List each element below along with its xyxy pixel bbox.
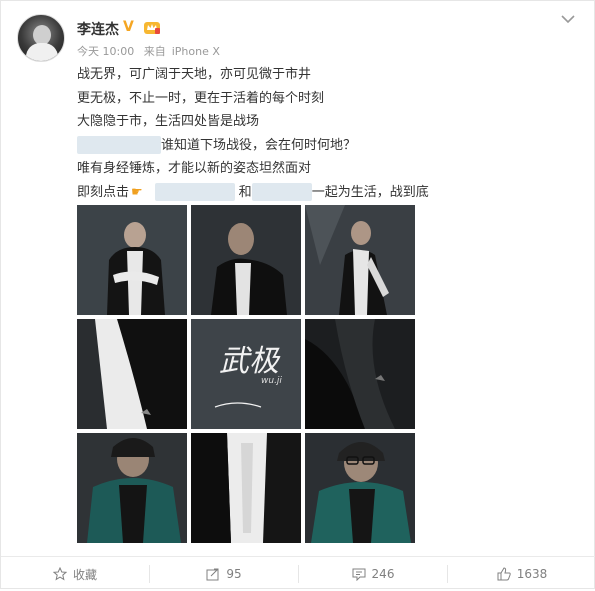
thumbs-up-icon [497,567,511,581]
content-line: 谁知道下场战役，会在何时何地？ [77,134,557,158]
comment-count: 246 [371,567,395,581]
author-avatar[interactable] [17,14,65,62]
action-bar: 收藏 95 246 1638 [1,556,595,590]
content-line: 唯有身经锤炼，才能以新的姿态坦然面对 [77,161,312,176]
content-line: 大隐隐于市，生活四处皆是战场 [77,114,260,129]
like-button[interactable]: 1638 [448,557,595,591]
content-line-text: 谁知道下场战役，会在何时何地？ [161,137,357,153]
photo-thumbnail[interactable] [305,319,415,429]
photo-thumbnail[interactable] [305,433,415,543]
blurred-mention-link[interactable] [251,183,312,201]
photo-grid: 武极 wu.ji [77,205,415,543]
wuji-main-text: 武极 [219,344,281,379]
like-count: 1638 [516,567,548,581]
photo-thumbnail[interactable] [77,433,187,543]
favorite-label: 收藏 [72,567,97,582]
star-icon [52,567,67,581]
source-prefix: 来自 [143,45,166,58]
weibo-post-card: 李连杰 V 今天 10:00 来自 iPhone X 战无界，可广阔于天地，亦可见… [0,0,595,589]
chevron-down-icon[interactable] [560,11,576,27]
comment-icon [352,568,366,581]
photo-thumbnail[interactable] [77,319,187,429]
vip-crown-icon [144,22,160,34]
wuji-logo-image[interactable]: 武极 wu.ji [191,319,301,429]
favorite-button[interactable]: 收藏 [1,557,149,591]
content-line: 战无界，可广阔于天地，亦可见微于市井 [77,67,312,82]
repost-count: 95 [226,567,242,581]
pointing-hand-icon: ☛ [131,184,143,200]
content-line-text: 和 [238,184,252,200]
post-meta: 今天 10:00 来自 iPhone X [77,43,226,59]
photo-thumbnail[interactable] [305,205,415,315]
content-line: 即刻点击 ☛ 和 一起为生活，战到底 [77,181,557,205]
photo-thumbnail[interactable] [191,433,301,543]
post-source[interactable]: iPhone X [172,45,220,58]
content-line-text: 即刻点击 [77,184,130,200]
wuji-sub-text: wu.ji [261,376,282,386]
comment-button[interactable]: 246 [299,557,447,591]
author-name[interactable]: 李连杰 [77,19,119,39]
repost-button[interactable]: 95 [150,557,298,591]
verified-v-icon: V [123,19,134,35]
content-line-text: 一起为生活，战到底 [311,184,429,200]
post-content: 战无界，可广阔于天地，亦可见微于市井 更无极，不止一时，更在于活着的每个时刻 大… [77,63,557,204]
content-line: 更无极，不止一时，更在于活着的每个时刻 [77,90,325,106]
post-time[interactable]: 今天 10:00 [77,45,134,58]
photo-thumbnail[interactable] [191,205,301,315]
blurred-topic-link[interactable] [77,136,161,154]
repost-icon [206,568,219,581]
photo-thumbnail[interactable] [77,205,187,315]
blurred-mention-link[interactable] [154,183,235,201]
